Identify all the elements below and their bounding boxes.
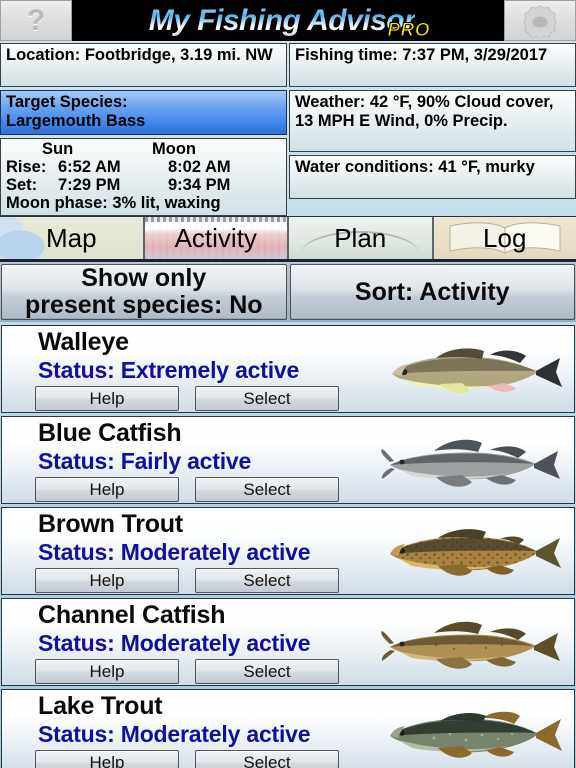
channel-catfish-fish-image [381,621,560,669]
tab-plan[interactable]: Plan [289,217,434,259]
show-present-species-button[interactable]: Show only present species: No [1,264,287,320]
title-bar: ? My Fishing Advisor PRO [0,0,576,42]
species-actions: Help Select [35,477,339,502]
species-actions: Help Select [35,659,339,684]
moon-rise-value: 8:02 AM [168,158,231,176]
species-help-button[interactable]: Help [35,477,179,502]
tab-log[interactable]: Log [433,217,576,259]
species-name: Lake Trout [38,692,163,720]
species-select-button[interactable]: Select [195,477,339,502]
sun-set-value: 7:29 PM [58,176,121,194]
species-help-button[interactable]: Help [35,659,179,684]
species-actions: Help Select [35,750,339,768]
rise-row: Rise: 6:52 AM 8:02 AM [6,158,282,176]
species-status: Status: Moderately active [38,721,311,747]
species-help-button[interactable]: Help [35,750,179,768]
sun-rise-value: 6:52 AM [58,158,121,176]
species-status: Status: Extremely active [38,357,300,383]
conditions-right-column: Fishing time: 7:37 PM, 3/29/2017 Weather… [289,43,576,216]
species-row-blue-catfish[interactable]: Blue Catfish Status: Fairly active Help … [1,416,575,504]
water-conditions-panel[interactable]: Water conditions: 41 °F, murky [289,155,576,199]
species-status: Status: Fairly active [38,448,252,474]
set-row: Set: 7:29 PM 9:34 PM [6,176,282,194]
tab-log-label: Log [483,222,527,253]
species-select-button[interactable]: Select [195,659,339,684]
species-actions: Help Select [35,568,339,593]
filter-bar: Show only present species: No Sort: Acti… [0,262,576,322]
fishing-time-panel[interactable]: Fishing time: 7:37 PM, 3/29/2017 [289,43,576,87]
gear-icon [523,4,557,38]
sort-button[interactable]: Sort: Activity [289,264,575,320]
species-name: Walleye [38,328,129,356]
sun-moon-header: Sun Moon [6,140,282,158]
species-row-brown-trout[interactable]: Brown Trout Status: Moderately active He… [1,507,575,595]
target-species-label: Target Species: [6,93,128,111]
moon-set-value: 9:34 PM [168,176,231,194]
set-label: Set: [6,176,38,194]
lake-trout-fish-image [390,711,562,758]
species-select-button[interactable]: Select [195,386,339,411]
settings-button[interactable] [504,0,576,41]
species-name: Blue Catfish [38,419,182,447]
show-present-species-line2: present species: No [24,291,263,319]
conditions-summary: Location: Footbridge, 3.19 mi. NW Target… [0,41,576,216]
sun-header: Sun [42,140,74,158]
species-row-channel-catfish[interactable]: Channel Catfish Status: Moderately activ… [1,598,575,686]
species-status: Status: Moderately active [38,539,311,565]
moon-header: Moon [152,140,196,158]
species-name: Brown Trout [38,510,184,538]
species-help-button[interactable]: Help [35,568,179,593]
sun-moon-panel[interactable]: Sun Moon Rise: 6:52 AM 8:02 AM Set: 7:29… [0,138,287,216]
species-row-walleye[interactable]: Walleye Status: Extremely active Help Se… [1,325,575,413]
target-species-panel[interactable]: Target Species: Largemouth Bass [0,90,287,135]
tab-activity[interactable]: Activity [144,217,289,259]
species-select-button[interactable]: Select [195,568,339,593]
species-actions: Help Select [35,386,339,411]
tab-activity-label: Activity [174,222,257,253]
location-panel[interactable]: Location: Footbridge, 3.19 mi. NW [0,43,287,87]
tab-map-label: Map [45,222,97,253]
species-name: Channel Catfish [38,601,226,629]
species-help-button[interactable]: Help [35,386,179,411]
rise-label: Rise: [6,158,47,176]
tab-bar: Map Activity Plan Log [0,216,576,262]
walleye-fish-image [392,348,562,394]
weather-panel[interactable]: Weather: 42 °F, 90% Cloud cover, 13 MPH … [289,90,576,152]
species-row-lake-trout[interactable]: Lake Trout Status: Moderately active Hel… [1,689,575,768]
brown-trout-fish-image [390,529,561,576]
pro-badge: PRO [387,20,430,42]
help-button[interactable]: ? [0,0,72,41]
page-title: My Fishing Advisor [148,3,416,37]
tab-map[interactable]: Map [0,217,145,259]
tab-plan-label: Plan [334,222,387,253]
blue-catfish-fish-image [381,439,560,487]
conditions-left-column: Location: Footbridge, 3.19 mi. NW Target… [0,43,287,216]
app-root: ? My Fishing Advisor PRO Location: Footb… [0,0,576,768]
target-species-value: Largemouth Bass [6,112,146,130]
moon-phase-value: Moon phase: 3% lit, waxing [6,194,221,212]
species-status: Status: Moderately active [38,630,311,656]
app-title-area: My Fishing Advisor PRO [72,0,504,42]
question-mark-icon: ? [26,3,46,37]
species-select-button[interactable]: Select [195,750,339,768]
species-list: Walleye Status: Extremely active Help Se… [0,325,576,768]
show-present-species-line1: Show only [81,264,207,292]
